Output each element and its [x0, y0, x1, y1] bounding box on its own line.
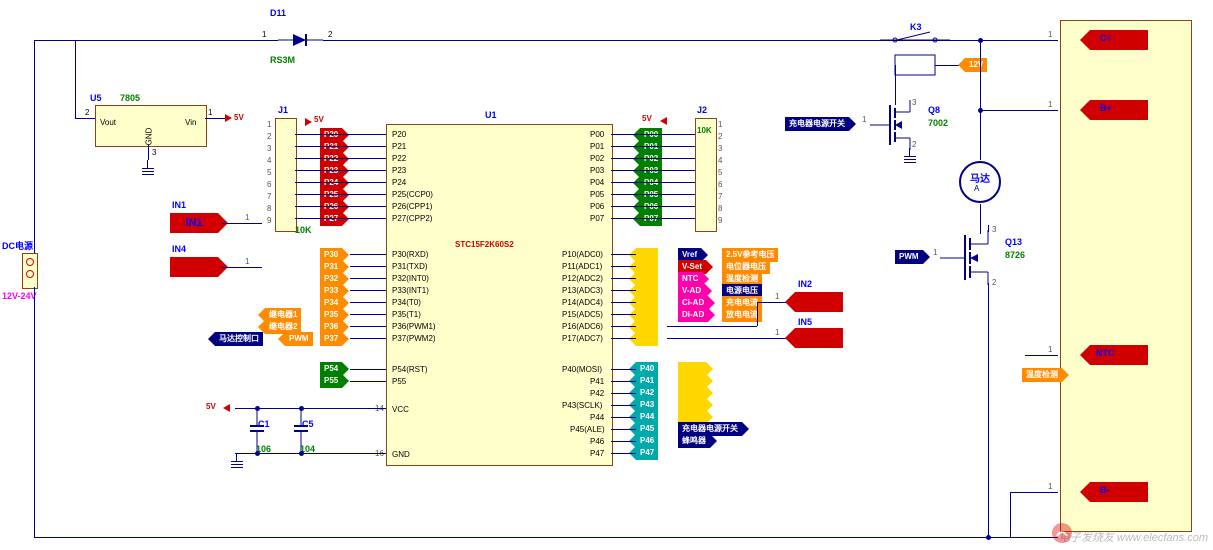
pwm-port: PWM: [285, 332, 313, 346]
diad-desc: 放电电流: [722, 308, 762, 322]
diode-ref: D11: [270, 8, 286, 18]
q8-part: 7002: [928, 118, 948, 128]
u1-ref: U1: [485, 110, 497, 120]
ntc-label: NTC: [1096, 348, 1115, 358]
port-in5: [795, 328, 843, 348]
12v-port: 12V: [965, 58, 987, 72]
net-p27: P27: [320, 212, 342, 226]
q13-mosfet: [940, 230, 1000, 285]
diode-pin1: 1: [262, 30, 266, 39]
wire: [75, 40, 278, 41]
mcu-gnd: GND: [392, 450, 410, 459]
5v-arrow: [223, 404, 230, 412]
output-connector: [1060, 20, 1192, 532]
5v-arrow: [225, 114, 232, 122]
j1-ref: J1: [278, 105, 288, 115]
diode-symbol: [278, 32, 323, 48]
5v-arrow: [660, 117, 667, 125]
wire: [34, 537, 1058, 538]
5v-label: 5V: [234, 113, 244, 122]
u5-vin: Vin: [185, 118, 196, 127]
ntc-desc-port: 温度检测: [1022, 368, 1062, 382]
q13-ref: Q13: [1005, 237, 1022, 247]
in4-label: IN4: [172, 244, 186, 254]
cplus-label: C+: [1100, 33, 1112, 43]
u5-gnd: GND: [144, 128, 153, 146]
port-in1: IN1: [170, 213, 218, 233]
bplus-label: B+: [1100, 103, 1112, 113]
mcu-p55: P55: [392, 377, 406, 386]
net-p07: P07: [640, 212, 662, 226]
wire: [148, 145, 149, 160]
wire: [205, 118, 225, 119]
j2-ref: J2: [697, 105, 707, 115]
in1-label: IN1: [172, 200, 186, 210]
relay-symbol: [880, 30, 950, 85]
motor-label: 马达: [970, 170, 990, 185]
dc-label: DC电源: [2, 239, 33, 252]
wire: [34, 287, 35, 537]
wire: [34, 40, 35, 253]
u1-part: STC15F2K60S2: [455, 240, 514, 249]
dc-range: 12V-24V: [2, 291, 37, 301]
port-b-minus: [1090, 482, 1148, 502]
j1-header: [275, 118, 297, 232]
net-p55: P55: [320, 374, 342, 388]
port-in4: [170, 257, 218, 277]
q8-gate-label: 充电器电源开关: [785, 117, 849, 131]
q13-gate-label: PWM: [895, 250, 923, 264]
j2-header: [695, 118, 717, 232]
wire: [1010, 492, 1058, 493]
schematic-canvas: D11 RS3M 1 2 DC电源 12V-24V U5 7805 Vout V…: [0, 0, 1213, 550]
q13-part: 8726: [1005, 250, 1025, 260]
wire: [75, 118, 95, 119]
c5-cap: [294, 408, 308, 453]
wire: [34, 40, 75, 41]
c1-cap: [250, 408, 264, 453]
buzzer-port: 蜂鸣器: [678, 434, 710, 448]
u1-mcu: [386, 124, 613, 466]
5v-label: 5V: [206, 402, 216, 411]
in2-label: IN2: [798, 279, 812, 289]
dc-connector: [22, 253, 38, 289]
j2-val: 10K: [697, 126, 712, 135]
diode-part: RS3M: [270, 55, 295, 65]
u5-vout: Vout: [100, 118, 116, 127]
u5-ref: U5: [90, 93, 102, 103]
port-c-plus: [1090, 30, 1148, 50]
port-b-plus: [1090, 100, 1148, 120]
net-p47: P47: [636, 446, 658, 460]
5v-label: 5V: [314, 115, 324, 124]
motor-ctrl-port: 马达控制口: [215, 332, 263, 346]
diad-port: Di-AD: [678, 308, 708, 322]
mcu-p54: P54(RST): [392, 365, 428, 374]
port-in2: [795, 292, 843, 312]
in5-label: IN5: [798, 317, 812, 327]
5v-label: 5V: [642, 114, 652, 123]
diode-pin2: 2: [328, 30, 332, 39]
logo-icon: [1051, 522, 1073, 544]
q8-ref: Q8: [928, 105, 940, 115]
u5-part: 7805: [120, 93, 140, 103]
bminus-label: B-: [1100, 485, 1110, 495]
j1-val: 10K: [295, 225, 312, 235]
wire: [1010, 492, 1011, 537]
net-p37: P37: [320, 332, 342, 346]
watermark: 电子发烧友 www.elecfans.com: [1059, 529, 1208, 545]
wire: [75, 40, 76, 118]
5v-arrow: [305, 118, 312, 126]
net-p17: P17: [636, 332, 658, 346]
mcu-vcc: VCC: [392, 405, 409, 414]
